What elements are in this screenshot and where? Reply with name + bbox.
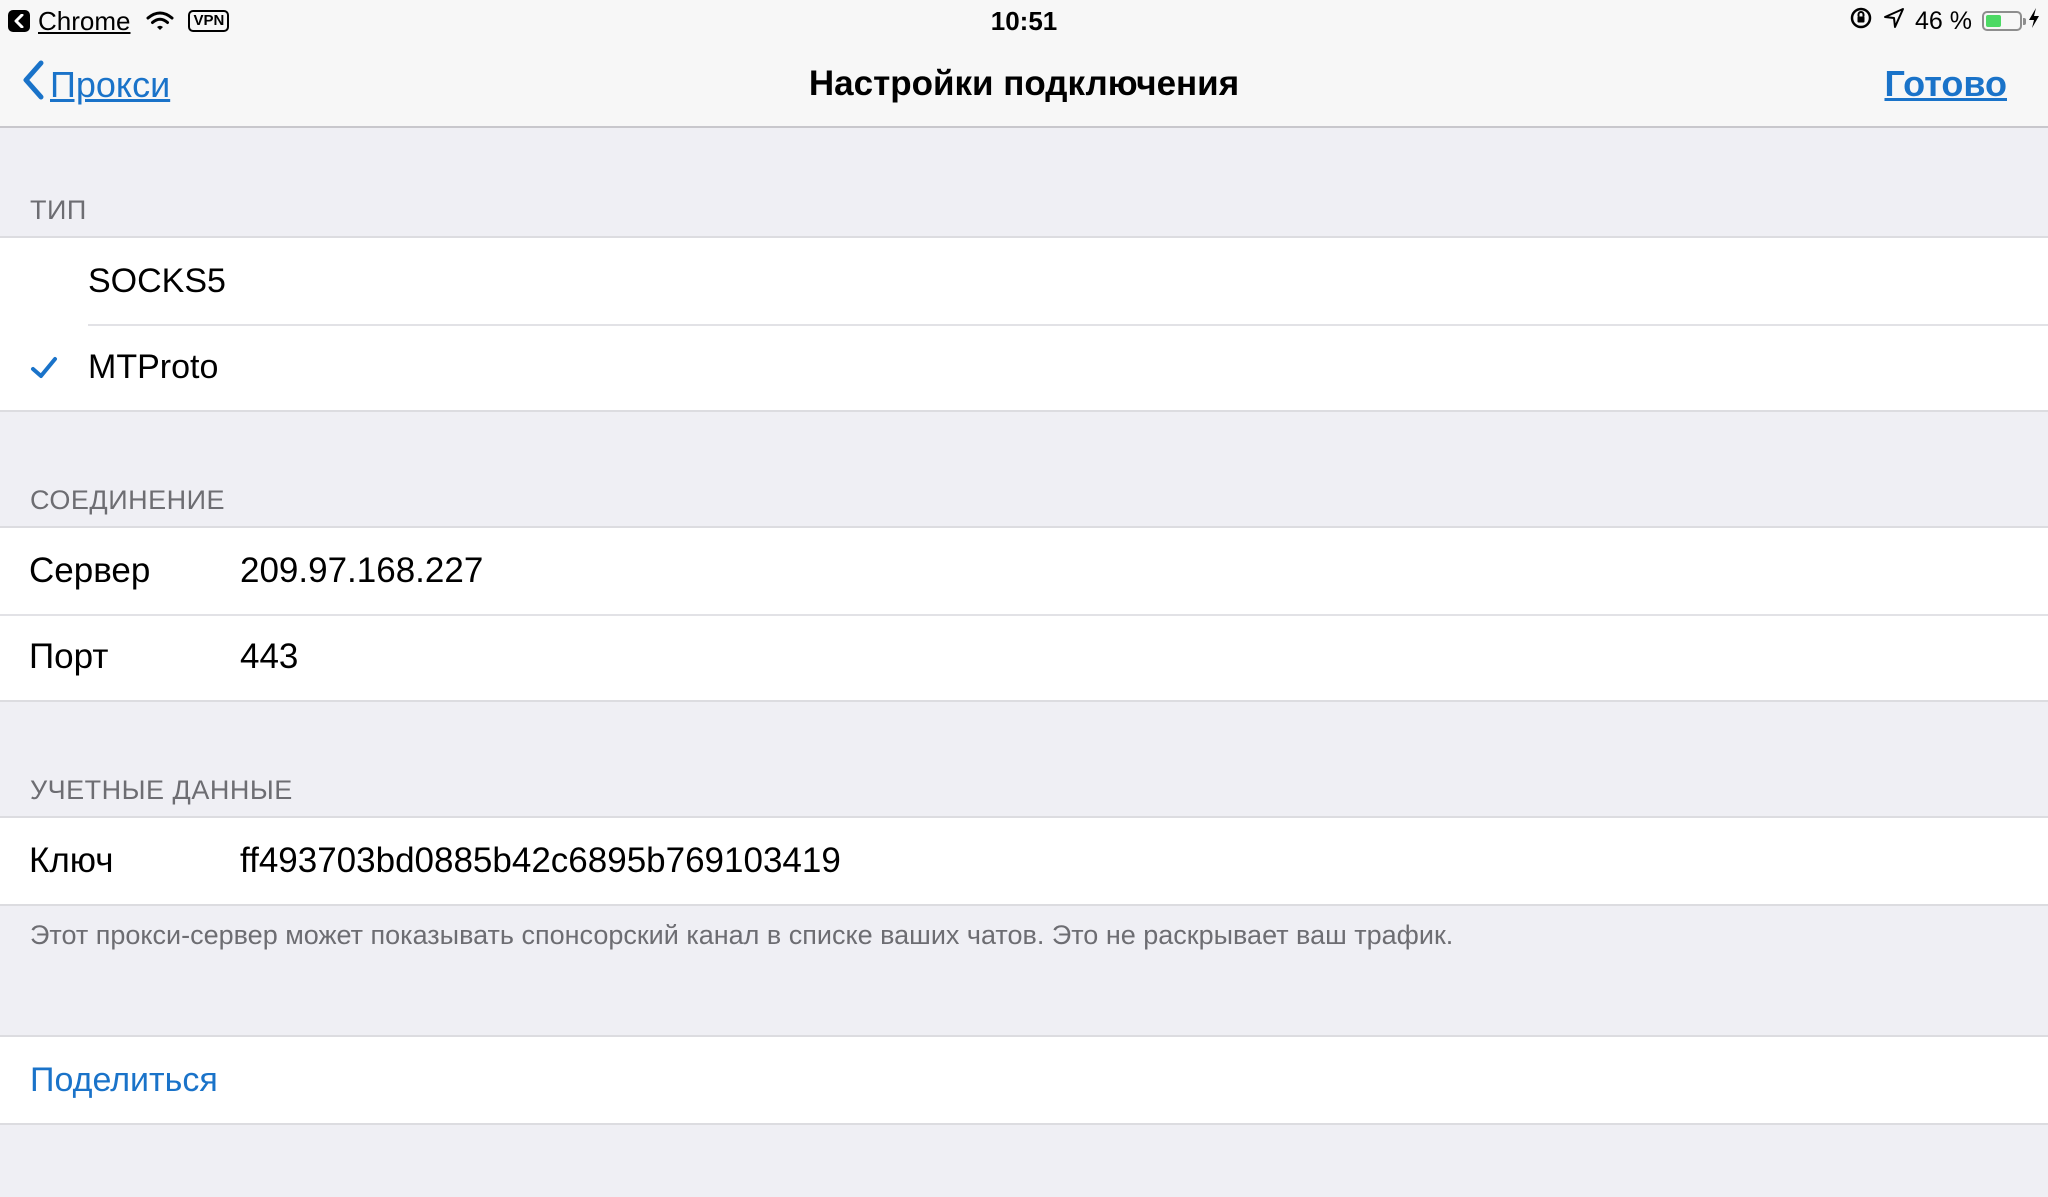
checkmark-icon xyxy=(30,354,58,382)
battery-icon xyxy=(1982,11,2026,31)
key-row[interactable]: Ключ ff493703bd0885b42c6895b769103419 xyxy=(0,818,2048,904)
section-header-type: ТИП xyxy=(30,195,87,225)
navigation-bar: Прокси Настройки подключения Готово xyxy=(0,42,2048,128)
connection-group: Сервер 209.97.168.227 Порт 443 xyxy=(0,526,2048,702)
page-title: Настройки подключения xyxy=(808,64,1240,103)
status-bar: Chrome VPN 10:51 46 % xyxy=(0,0,2048,42)
type-option-mtproto[interactable]: MTProto xyxy=(0,324,2048,410)
share-button[interactable]: Поделиться xyxy=(0,1037,2048,1123)
done-button[interactable]: Готово xyxy=(1884,64,2007,104)
status-right: 46 % xyxy=(1839,6,2040,36)
port-field[interactable]: 443 xyxy=(240,637,298,677)
battery-fill xyxy=(1986,15,2001,27)
proxy-sponsor-note: Этот прокси-сервер может показывать спон… xyxy=(30,920,1454,950)
charging-bolt-icon xyxy=(2028,7,2040,36)
location-arrow-icon xyxy=(1883,7,1905,36)
section-header-credentials: УЧЕТНЫЕ ДАННЫЕ xyxy=(30,775,293,805)
section-header-connection: СОЕДИНЕНИЕ xyxy=(30,485,226,515)
type-group: SOCKS5 MTProto xyxy=(0,236,2048,412)
type-option-label: SOCKS5 xyxy=(88,261,226,300)
server-label: Сервер xyxy=(29,551,151,590)
type-option-socks5[interactable]: SOCKS5 xyxy=(0,238,2048,324)
orientation-lock-icon xyxy=(1849,6,1873,37)
key-field[interactable]: ff493703bd0885b42c6895b769103419 xyxy=(240,841,841,881)
server-row[interactable]: Сервер 209.97.168.227 xyxy=(0,528,2048,614)
status-time: 10:51 xyxy=(990,6,1058,36)
type-option-label: MTProto xyxy=(88,347,219,386)
port-row[interactable]: Порт 443 xyxy=(0,614,2048,700)
server-field[interactable]: 209.97.168.227 xyxy=(240,551,483,591)
credentials-group: Ключ ff493703bd0885b42c6895b769103419 xyxy=(0,816,2048,906)
key-label: Ключ xyxy=(29,841,114,880)
port-label: Порт xyxy=(29,637,109,676)
battery-percent: 46 % xyxy=(1915,6,1972,35)
battery-cap xyxy=(2023,18,2026,25)
share-group: Поделиться xyxy=(0,1035,2048,1125)
share-button-label[interactable]: Поделиться xyxy=(30,1061,218,1100)
